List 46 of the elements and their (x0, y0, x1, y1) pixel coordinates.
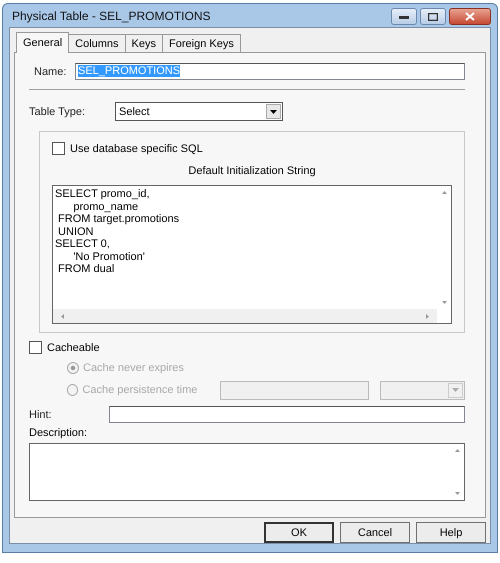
sql-line: promo_name (72, 200, 140, 213)
close-button[interactable] (449, 8, 491, 25)
time-unit-dropdown[interactable] (380, 380, 465, 400)
cache-option-label: Cache persistence time (82, 384, 198, 396)
dropdown-arrow-icon (270, 110, 277, 114)
tab[interactable]: General (16, 32, 70, 53)
sql-line: SELECT promo_id, (55, 188, 151, 200)
initialization-string-label: Default Initialization String (188, 165, 316, 177)
table-type-label: Table Type: (29, 106, 86, 118)
horizontal-scrollbar[interactable] (53, 309, 437, 323)
sql-line: FROM dual (57, 263, 116, 276)
dialog-button[interactable]: Help (416, 522, 486, 543)
cache-option-label: Cache never expires (83, 362, 185, 374)
maximize-button[interactable] (420, 8, 446, 25)
minimize-button[interactable] (391, 8, 417, 25)
description-text-area[interactable] (29, 443, 465, 501)
sql-line: FROM target.promotions (57, 213, 180, 226)
maximize-icon (428, 12, 438, 20)
right-arrow-icon[interactable] (426, 314, 429, 318)
sql-text-area[interactable]: SELECT promo_id, promo_name FROM target.promotions UNION SELECT 0, 'No Promotion' FROM dual (52, 185, 452, 324)
sql-line: UNION (57, 226, 94, 238)
down-arrow-icon[interactable] (454, 492, 460, 495)
down-arrow-icon[interactable] (442, 301, 446, 304)
sql-line: 'No Promotion' (72, 250, 146, 263)
name-label: Name: (33, 66, 68, 78)
use-database-sql-label: Use database specific SQL (70, 142, 203, 154)
minimize-icon (399, 14, 409, 18)
persistence-time-field[interactable] (220, 380, 370, 400)
dialog-button[interactable]: Cancel (340, 522, 410, 543)
dropdown-arrow-icon (452, 388, 459, 392)
checkbox[interactable] (52, 142, 65, 155)
dialog-button[interactable]: OK (264, 522, 334, 543)
up-arrow-icon[interactable] (454, 449, 460, 452)
description-label: Description: (29, 427, 88, 439)
left-arrow-icon[interactable] (61, 314, 64, 318)
tab[interactable]: Keys (124, 34, 164, 52)
window-title: Physical Table - SEL_PROMOTIONS (11, 8, 211, 22)
up-arrow-icon[interactable] (442, 191, 446, 194)
close-icon (465, 12, 475, 21)
tab[interactable]: Foreign Keys (162, 34, 241, 52)
checkbox[interactable] (29, 341, 42, 354)
sql-line: SELECT 0, (55, 238, 111, 250)
cacheable-label: Cacheable (47, 342, 100, 354)
table-type-dropdown[interactable]: Select (115, 102, 283, 121)
hint-field[interactable] (109, 406, 465, 423)
hint-label: Hint: (29, 408, 53, 420)
